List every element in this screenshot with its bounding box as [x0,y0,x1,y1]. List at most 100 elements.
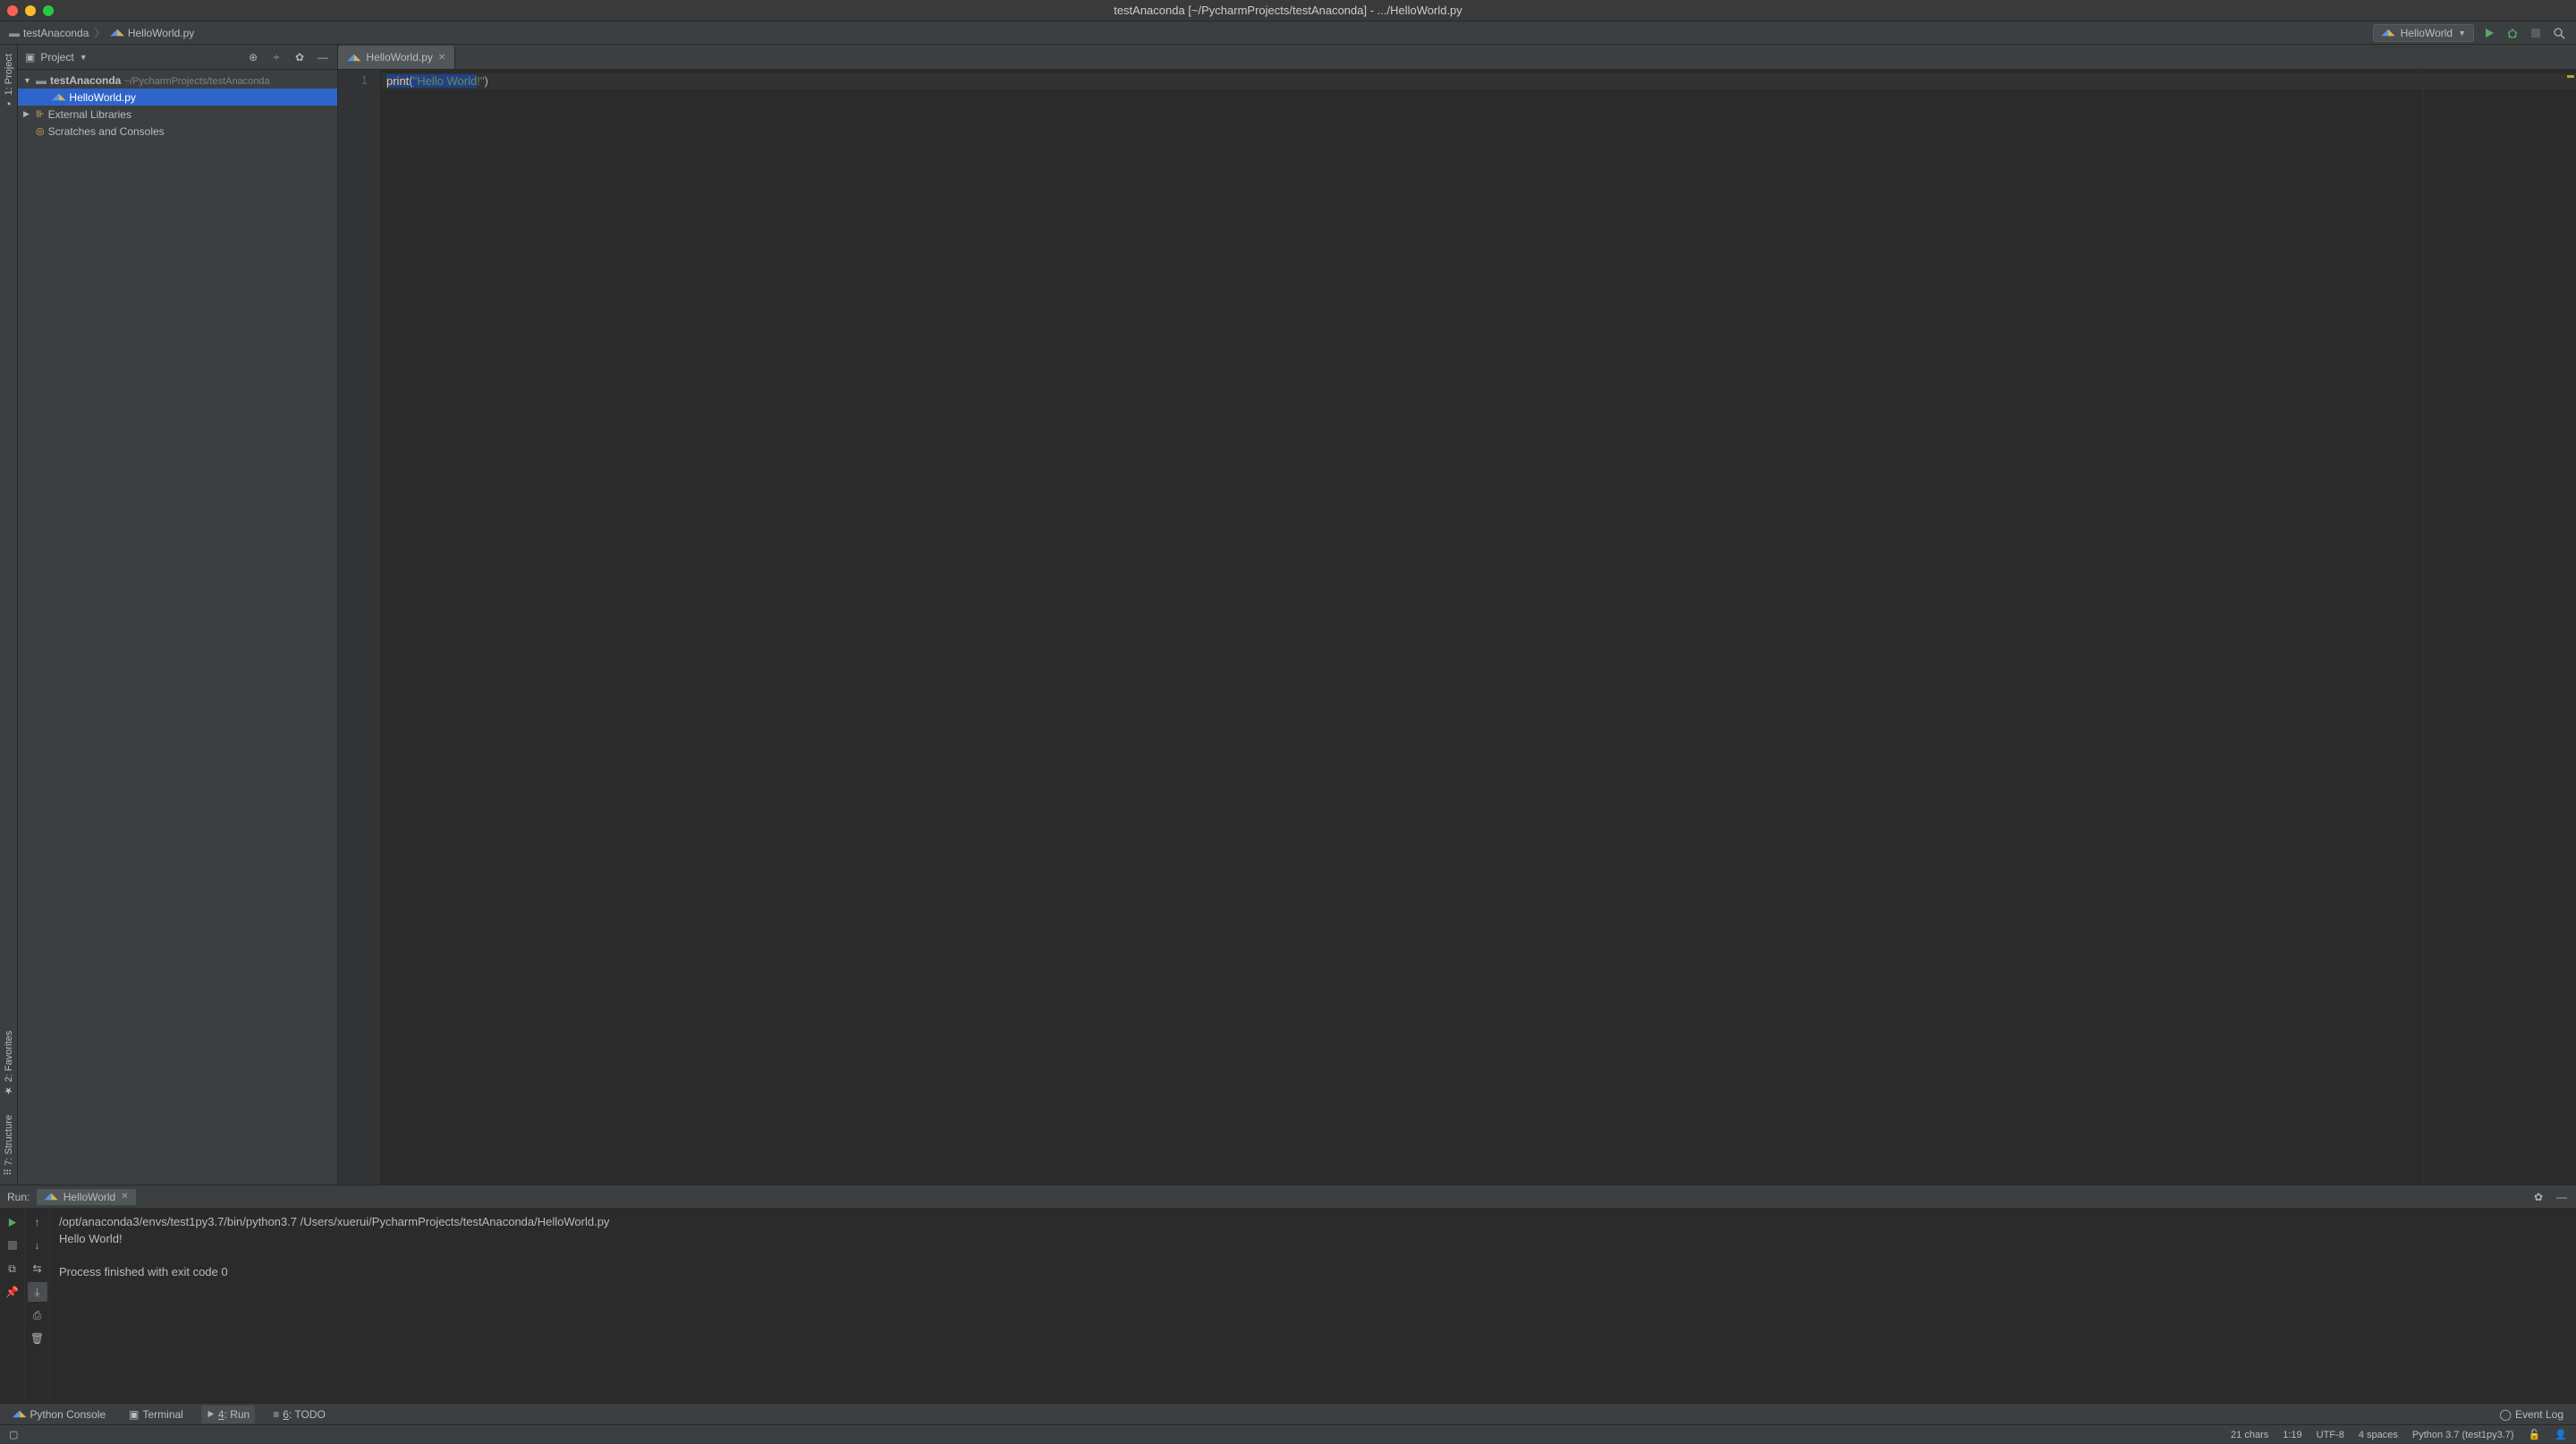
project-panel-title[interactable]: ▣ Project ▼ [25,51,88,64]
breadcrumb-file[interactable]: ◢◣ HelloWorld.py [110,27,194,39]
favorites-tool-button[interactable]: ★ 2: Favorites [3,1031,14,1097]
tab-mnemonic: 6 [283,1408,289,1421]
structure-tool-button[interactable]: ⠿ 7: Structure [3,1115,14,1176]
settings-button[interactable]: ✿ [292,50,307,64]
folder-icon: ▬ [9,27,20,39]
lock-icon[interactable]: 🔓 [2529,1429,2541,1440]
expand-all-button[interactable]: ÷ [269,50,284,64]
status-chars: 21 chars [2231,1430,2268,1440]
debug-button[interactable] [2504,25,2521,41]
output-stdout: Hello World! [59,1232,123,1245]
project-tree: ▼ ▬ testAnaconda ~/PycharmProjects/testA… [18,70,337,1185]
print-button[interactable]: ⎙ [28,1305,47,1325]
close-tab-button[interactable]: ✕ [438,53,445,63]
soft-wrap-button[interactable]: ⇆ [28,1259,47,1278]
tree-external-libs[interactable]: ▶ ⊪ External Libraries [18,106,337,123]
scroll-up-button[interactable]: ↑ [28,1212,47,1232]
breadcrumb: ▬ testAnaconda 〉 ◢◣ HelloWorld.py [9,25,194,40]
status-interpreter[interactable]: Python 3.7 (test1py3.7) [2412,1430,2514,1440]
terminal-icon: ▣ [129,1408,139,1421]
main-toolbar: ◢◣ HelloWorld ▼ [2373,24,2567,42]
scroll-down-button[interactable]: ↓ [28,1236,47,1255]
run-tab[interactable]: ◢◣ HelloWorld ✕ [37,1189,135,1205]
code-token: ) [484,74,487,88]
tree-scratches[interactable]: ◎ Scratches and Consoles [18,123,337,140]
tab-label: Python Console [30,1408,106,1421]
play-icon [207,1410,215,1418]
minimize-window-button[interactable] [25,5,36,16]
tab-label: Terminal [142,1408,182,1421]
run-tool-window: Run: ◢◣ HelloWorld ✕ ✿ — ⧉ 📌 ↑ ↓ ⇆ ⤓ [0,1185,2576,1403]
project-tool-button[interactable]: ▪ 1: Project [4,54,14,109]
status-position[interactable]: 1:19 [2283,1430,2301,1440]
editor-tab-label: HelloWorld.py [366,51,432,64]
maximize-window-button[interactable] [43,5,54,16]
project-panel: ▣ Project ▼ ⊕ ÷ ✿ — ▼ ▬ testAnaconda ~/P… [18,45,338,1185]
run-output[interactable]: /opt/anaconda3/envs/test1py3.7/bin/pytho… [50,1209,2576,1403]
terminal-tab[interactable]: ▣ Terminal [123,1406,189,1423]
run-tab[interactable]: 4: Run [201,1406,255,1423]
inspector-icon[interactable]: 👤 [2555,1429,2567,1440]
expand-arrow-icon[interactable]: ▼ [23,76,32,85]
stop-button[interactable] [2528,25,2544,41]
hide-run-button[interactable]: — [2555,1190,2569,1204]
locate-file-button[interactable]: ⊕ [246,50,260,64]
expand-arrow-icon[interactable]: ▶ [23,109,32,119]
close-tab-button[interactable]: ✕ [121,1192,128,1202]
run-toolbar-left: ⧉ 📌 [0,1209,25,1403]
run-config-label: HelloWorld [2401,27,2453,39]
pin-icon: 📌 [5,1286,19,1298]
run-settings-button[interactable]: ✿ [2531,1190,2546,1204]
scroll-to-end-button[interactable]: ⤓ [28,1282,47,1302]
run-button[interactable] [2481,25,2497,41]
event-log-tab[interactable]: ◯ Event Log [2495,1406,2569,1423]
tree-file[interactable]: ◢◣ HelloWorld.py [18,89,337,106]
output-finish: Process finished with exit code 0 [59,1265,228,1278]
python-file-icon: ◢◣ [110,28,123,38]
tree-root-path: ~/PycharmProjects/testAnaconda [124,76,270,87]
status-left-button[interactable]: ▢ [9,1429,18,1440]
breadcrumb-label: HelloWorld.py [128,27,194,39]
project-view-icon: ▣ [25,51,35,64]
python-icon: ◢◣ [13,1409,26,1419]
panel-title-label: Project [40,51,73,64]
run-configuration-selector[interactable]: ◢◣ HelloWorld ▼ [2373,24,2474,42]
status-indent[interactable]: 4 spaces [2359,1430,2398,1440]
python-file-icon: ◢◣ [347,53,360,63]
chevron-down-icon: ▼ [80,53,88,62]
bottom-tool-tabs: ◢◣ Python Console ▣ Terminal 4: Run ≡ 6:… [0,1403,2576,1424]
tree-label: Scratches and Consoles [48,125,165,138]
output-command: /opt/anaconda3/envs/test1py3.7/bin/pytho… [59,1215,609,1228]
search-everywhere-button[interactable] [2551,25,2567,41]
folder-icon: ▬ [36,74,47,87]
tree-label: External Libraries [48,108,131,121]
close-window-button[interactable] [7,5,18,16]
python-file-icon: ◢◣ [52,92,65,102]
run-toolbar-output: ↑ ↓ ⇆ ⤓ ⎙ 🗑 [25,1209,50,1403]
todo-tab[interactable]: ≡ 6: TODO [267,1406,331,1423]
libraries-icon: ⊪ [36,108,45,120]
code-area[interactable]: print("Hello World!") [381,70,2576,1185]
clear-all-button[interactable]: 🗑 [28,1329,47,1348]
hide-panel-button[interactable]: — [316,50,330,64]
python-console-tab[interactable]: ◢◣ Python Console [7,1406,111,1423]
window-controls [7,5,54,16]
editor[interactable]: 1 print("Hello World!") [338,70,2576,1185]
pin-button[interactable]: 📌 [3,1282,22,1302]
gear-icon: ✿ [2534,1191,2543,1203]
scratches-icon: ◎ [36,125,45,137]
editor-area: ◢◣ HelloWorld.py ✕ 1 print("Hello World!… [338,45,2576,1185]
layout-button[interactable]: ⧉ [3,1259,22,1278]
tree-root[interactable]: ▼ ▬ testAnaconda ~/PycharmProjects/testA… [18,72,337,89]
tab-label: : TODO [289,1408,326,1421]
stop-run-button[interactable] [3,1236,22,1255]
status-encoding[interactable]: UTF-8 [2317,1430,2344,1440]
left-tool-stripe: ▪ 1: Project ★ 2: Favorites ⠿ 7: Structu… [0,45,18,1185]
run-label: Run: [7,1191,30,1203]
breadcrumb-separator: 〉 [94,25,105,40]
editor-tabs: ◢◣ HelloWorld.py ✕ [338,45,2576,70]
project-panel-header: ▣ Project ▼ ⊕ ÷ ✿ — [18,45,337,70]
rerun-button[interactable] [3,1212,22,1232]
editor-tab[interactable]: ◢◣ HelloWorld.py ✕ [338,46,455,69]
breadcrumb-project[interactable]: ▬ testAnaconda [9,27,89,39]
